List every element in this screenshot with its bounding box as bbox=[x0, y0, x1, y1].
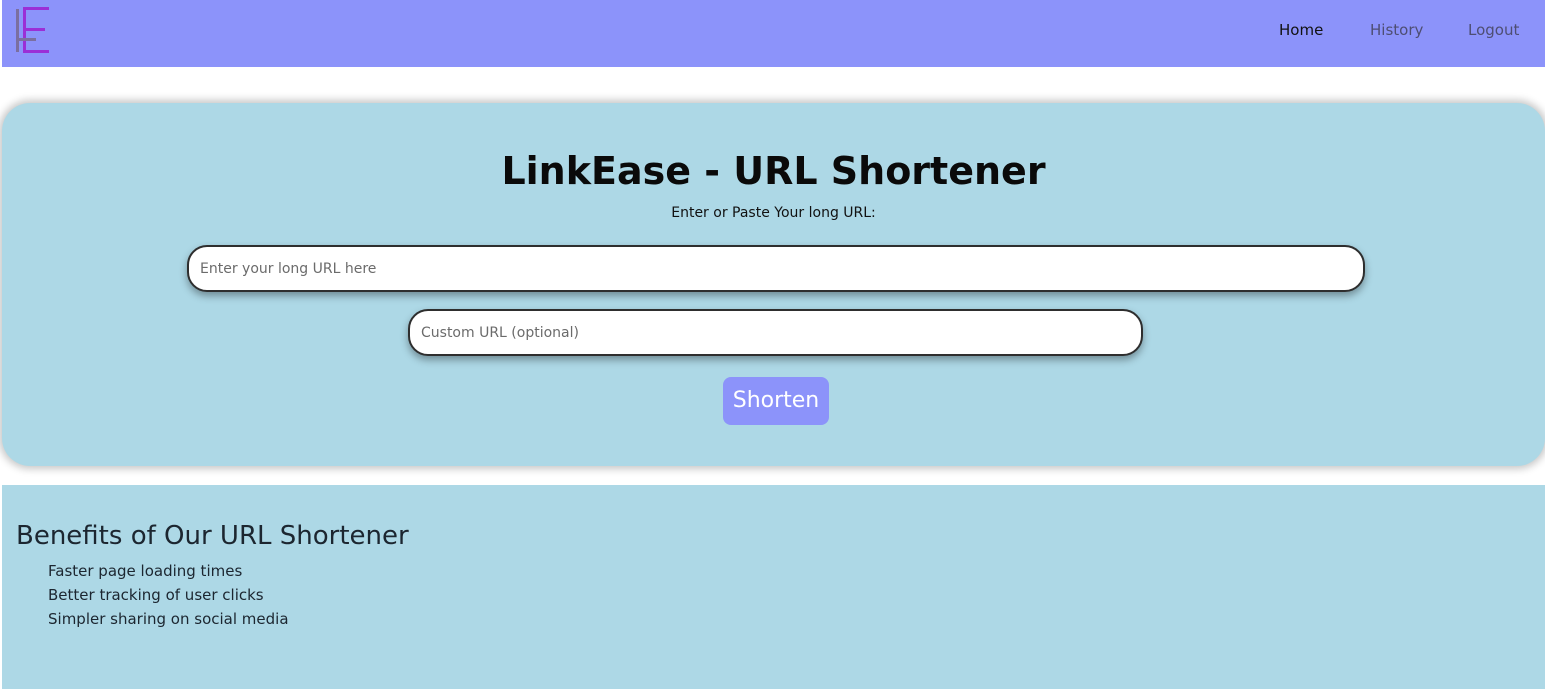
long-url-input[interactable] bbox=[187, 245, 1365, 292]
bracket-e-logo-icon[interactable] bbox=[13, 7, 53, 55]
benefits-list: Faster page loading times Better trackin… bbox=[48, 559, 289, 631]
benefits-title: Benefits of Our URL Shortener bbox=[16, 521, 409, 551]
benefits-section: Benefits of Our URL Shortener Faster pag… bbox=[2, 485, 1545, 689]
page-title: LinkEase - URL Shortener bbox=[501, 149, 1046, 193]
nav-link-history[interactable]: History bbox=[1370, 20, 1423, 40]
navbar: Home History Logout bbox=[2, 0, 1545, 67]
nav-link-logout[interactable]: Logout bbox=[1468, 20, 1519, 40]
list-item: Better tracking of user clicks bbox=[48, 586, 264, 604]
list-item: Simpler sharing on social media bbox=[48, 610, 289, 628]
shortener-card: LinkEase - URL Shortener Enter or Paste … bbox=[2, 103, 1545, 466]
list-item: Faster page loading times bbox=[48, 562, 243, 580]
shorten-button[interactable]: Shorten bbox=[723, 377, 829, 425]
custom-url-input[interactable] bbox=[408, 309, 1143, 356]
nav-link-home[interactable]: Home bbox=[1279, 20, 1323, 40]
page: Home History Logout LinkEase - URL Short… bbox=[0, 0, 1545, 689]
url-prompt-label: Enter or Paste Your long URL: bbox=[671, 205, 876, 221]
